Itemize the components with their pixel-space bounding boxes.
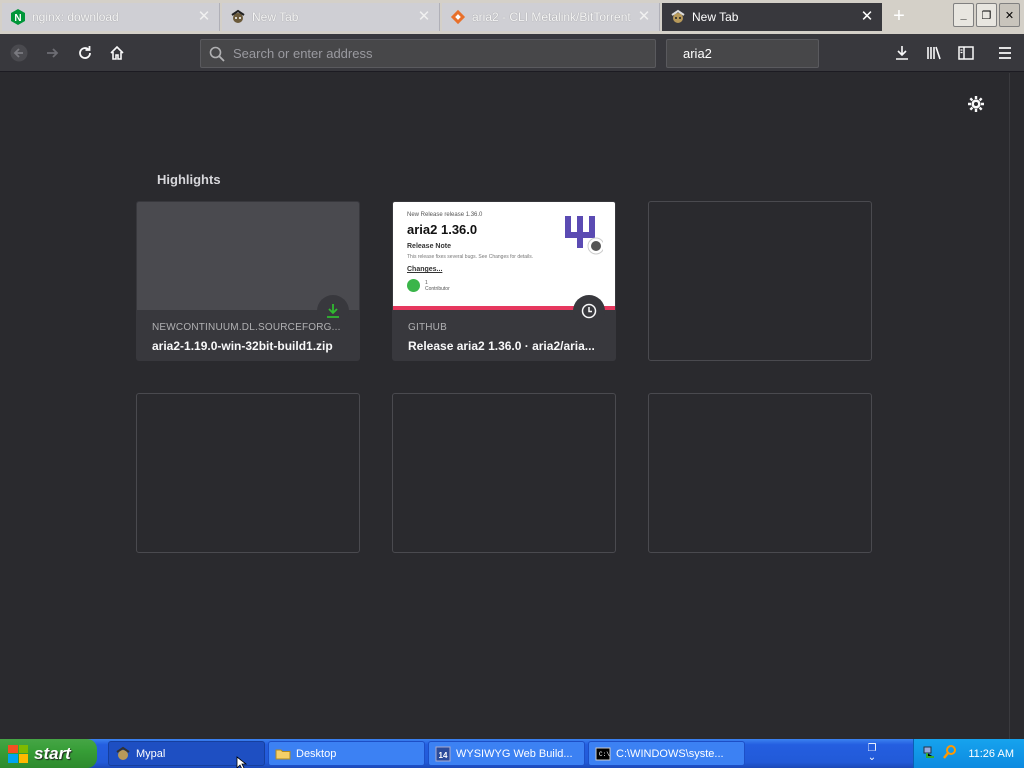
highlights-heading: Highlights xyxy=(157,172,221,187)
home-icon xyxy=(110,45,124,60)
task-label: Desktop xyxy=(296,747,337,760)
tab-nginx-download[interactable]: N nginx: download ✕ xyxy=(2,3,220,31)
search-bar[interactable] xyxy=(666,39,859,68)
taskbar-item-desktop[interactable]: Desktop xyxy=(268,741,425,766)
card-thumbnail xyxy=(137,202,359,310)
forward-arrow-icon xyxy=(47,48,59,58)
vertical-scrollbar[interactable] xyxy=(1009,73,1024,739)
tab-aria2[interactable]: aria2 - CLI Metalink/BitTorrent d ✕ xyxy=(442,3,660,31)
highlight-placeholder xyxy=(648,393,872,553)
highlight-card-download[interactable]: NEWCONTINUUM.DL.SOURCEFORG... aria2-1.19… xyxy=(136,201,360,361)
card-host: NEWCONTINUUM.DL.SOURCEFORG... xyxy=(152,322,341,333)
tab-title: nginx: download xyxy=(32,10,119,24)
sidebar-button[interactable] xyxy=(953,40,979,66)
start-button[interactable]: start xyxy=(0,739,97,768)
new-tab-page: Highlights NEWCONTINUUM.DL.SOURCEFORG...… xyxy=(0,73,1009,739)
svg-text:N: N xyxy=(14,13,21,24)
close-tab-icon[interactable]: ✕ xyxy=(417,9,431,24)
customize-button[interactable] xyxy=(965,93,987,115)
start-label: start xyxy=(34,743,71,763)
system-tray: 11:26 AM xyxy=(913,739,1024,768)
sidebar-icon xyxy=(958,46,974,60)
svg-text:14: 14 xyxy=(439,751,448,760)
forward-button[interactable] xyxy=(40,40,66,66)
preview-body: This release fixes several bugs. See Cha… xyxy=(407,254,534,260)
card-host: GITHUB xyxy=(408,322,447,333)
clock-icon xyxy=(581,303,597,319)
close-tab-icon[interactable]: ✕ xyxy=(637,9,651,24)
tab-new-tab-1[interactable]: New Tab ✕ xyxy=(222,3,440,31)
highlight-placeholder xyxy=(392,393,616,553)
highlight-placeholder xyxy=(136,393,360,553)
task-label: Mypal xyxy=(136,747,166,760)
window-controls: _ ❐ ✕ xyxy=(953,3,1020,27)
downloads-button[interactable] xyxy=(889,40,915,66)
address-bar[interactable] xyxy=(200,39,656,68)
mypal-icon xyxy=(115,746,131,762)
taskbar-item-wysiwyg[interactable]: 14 WYSIWYG Web Build... xyxy=(428,741,585,766)
aria2-logo-icon xyxy=(565,216,603,255)
reload-button[interactable] xyxy=(72,40,98,66)
folder-icon xyxy=(275,746,291,762)
task-label: WYSIWYG Web Build... xyxy=(456,747,573,760)
library-button[interactable] xyxy=(921,40,947,66)
highlight-card-github[interactable]: New Release release 1.36.0 aria2 1.36.0 … xyxy=(392,201,616,361)
nginx-icon: N xyxy=(10,9,26,25)
windows-flag-icon xyxy=(8,744,28,763)
download-icon xyxy=(327,304,339,318)
library-icon xyxy=(927,46,941,60)
card-thumbnail: New Release release 1.36.0 aria2 1.36.0 … xyxy=(393,202,615,310)
address-input[interactable] xyxy=(233,46,655,61)
reload-icon xyxy=(79,46,91,59)
tab-strip: N nginx: download ✕ New Tab ✕ aria2 - CL… xyxy=(0,0,1024,34)
preview-small-text: New Release release 1.36.0 xyxy=(407,212,483,218)
contributor-label: Contributor xyxy=(425,285,450,292)
aria2-icon xyxy=(450,9,466,25)
close-tab-icon[interactable]: ✕ xyxy=(860,9,874,24)
search-icon xyxy=(209,46,225,62)
menu-button[interactable] xyxy=(992,40,1018,66)
tab-title: New Tab xyxy=(692,10,739,24)
card-title: Release aria2 1.36.0 · aria2/aria... xyxy=(408,339,595,353)
mouse-cursor-icon xyxy=(236,756,248,768)
tab-title: New Tab xyxy=(252,10,299,24)
back-arrow-icon xyxy=(10,44,28,62)
cmd-icon: C:\ xyxy=(595,746,611,762)
contributor-avatar xyxy=(407,279,420,292)
taskbar-restore-chevron-icon[interactable]: ❐ ⌄ xyxy=(864,744,880,764)
download-icon xyxy=(896,46,908,60)
taskbar-item-cmd[interactable]: C:\ C:\WINDOWS\syste... xyxy=(588,741,745,766)
close-window-button[interactable]: ✕ xyxy=(999,3,1020,27)
gear-icon xyxy=(968,96,984,112)
home-button[interactable] xyxy=(104,40,130,66)
windows-taskbar: start Mypal Desktop 14 WYSIWYG Web Build… xyxy=(0,739,1024,768)
network-tray-icon[interactable] xyxy=(922,744,938,763)
tab-title: aria2 - CLI Metalink/BitTorrent d xyxy=(472,10,631,24)
svg-text:C:\: C:\ xyxy=(599,751,610,758)
navigation-toolbar xyxy=(0,34,1024,72)
preview-contributor: 1 Contributor xyxy=(407,279,557,292)
preview-subtitle: Release Note xyxy=(407,243,451,250)
hamburger-menu-icon xyxy=(999,47,1011,59)
github-release-preview: New Release release 1.36.0 aria2 1.36.0 … xyxy=(407,212,557,292)
wysiwyg-icon: 14 xyxy=(435,746,451,762)
search-input[interactable] xyxy=(683,46,859,61)
search-tray-icon[interactable] xyxy=(942,744,958,763)
back-button[interactable] xyxy=(6,40,32,66)
mypal-icon xyxy=(670,9,686,25)
clock: 11:26 AM xyxy=(968,747,1014,760)
card-title: aria2-1.19.0-win-32bit-build1.zip xyxy=(152,339,333,353)
close-tab-icon[interactable]: ✕ xyxy=(197,9,211,24)
minimize-button[interactable]: _ xyxy=(953,3,974,27)
mypal-icon xyxy=(230,9,246,25)
preview-changes: Changes... xyxy=(407,266,443,273)
task-label: C:\WINDOWS\syste... xyxy=(616,747,724,760)
highlight-placeholder xyxy=(648,201,872,361)
tab-new-tab-active[interactable]: New Tab ✕ xyxy=(662,3,882,31)
restore-button[interactable]: ❐ xyxy=(976,3,997,27)
new-tab-button[interactable]: + xyxy=(888,6,910,28)
preview-title: aria2 1.36.0 xyxy=(407,222,478,237)
